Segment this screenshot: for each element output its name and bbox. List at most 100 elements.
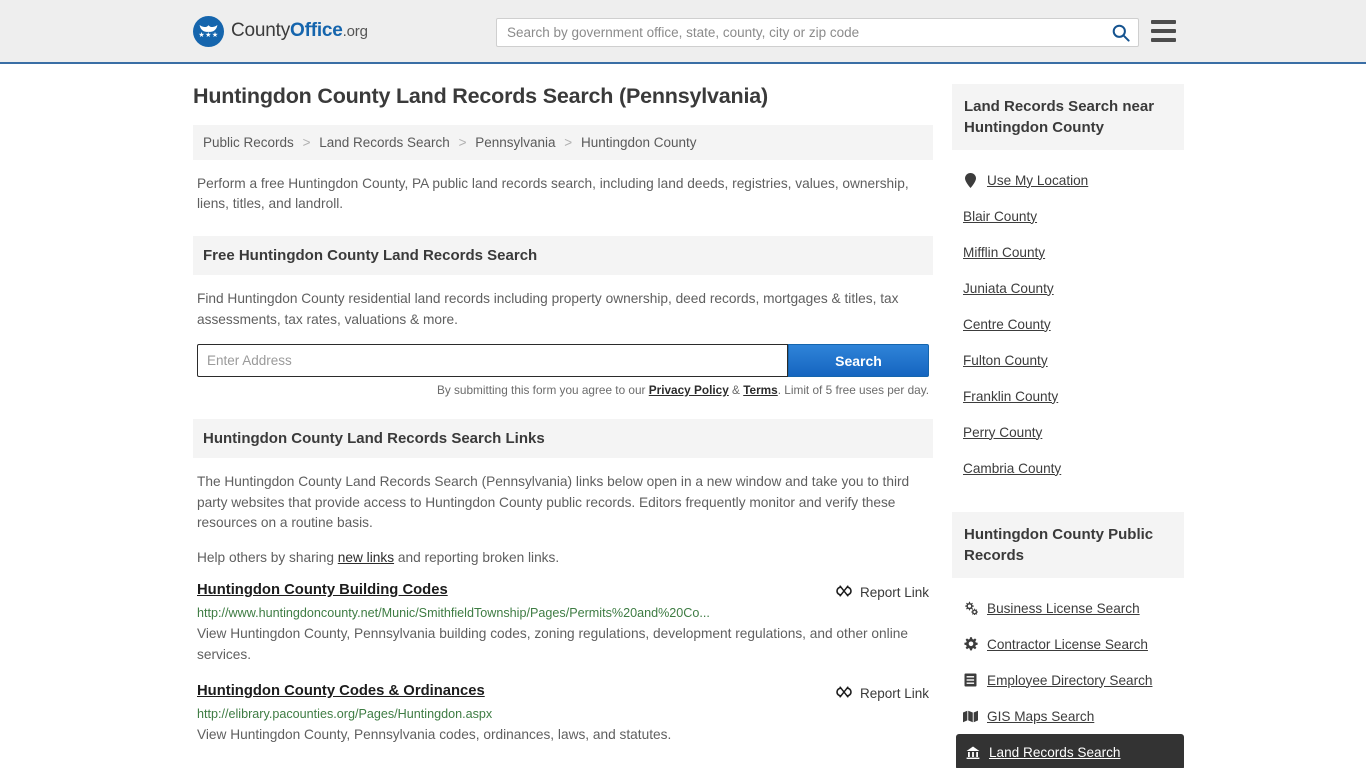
sidebar-link-label[interactable]: Franklin County: [963, 389, 1058, 404]
result-url: http://elibrary.pacounties.org/Pages/Hun…: [197, 707, 493, 721]
near-panel-heading: Land Records Search near Huntingdon Coun…: [952, 84, 1184, 150]
address-search-button[interactable]: Search: [788, 344, 929, 377]
breadcrumb-item-huntingdon-county[interactable]: Huntingdon County: [581, 135, 697, 150]
gear-icon: [963, 637, 978, 651]
sidebar-link-label[interactable]: Use My Location: [987, 173, 1088, 188]
search-icon[interactable]: [1104, 19, 1138, 46]
public-records-panel-heading: Huntingdon County Public Records: [952, 512, 1184, 578]
sidebar-link-label[interactable]: Juniata County: [963, 281, 1054, 296]
broken-link-icon: [836, 583, 852, 602]
sidebar-item-gis-maps-search[interactable]: GIS Maps Search: [952, 698, 1184, 734]
hamburger-bar: [1151, 20, 1176, 24]
three-stars-icon: ★★★: [198, 32, 219, 39]
broken-link-icon: [836, 684, 852, 703]
sidebar-item-land-records-search[interactable]: Land Records Search: [956, 734, 1184, 768]
sidebar-item-perry-county[interactable]: Perry County: [952, 414, 1184, 450]
site-logo-text: CountyOffice.org: [231, 20, 368, 42]
logo-text-office: Office: [290, 20, 343, 41]
fineprint-pre: By submitting this form you agree to our: [436, 383, 649, 397]
sidebar-item-fulton-county[interactable]: Fulton County: [952, 342, 1184, 378]
sidebar-item-mifflin-county[interactable]: Mifflin County: [952, 234, 1184, 270]
map-pin-icon: [963, 172, 978, 188]
free-search-heading: Free Huntingdon County Land Records Sear…: [193, 236, 933, 275]
sidebar-item-juniata-county[interactable]: Juniata County: [952, 270, 1184, 306]
result-item: Huntingdon County Building Codes Report …: [193, 582, 933, 665]
sidebar-item-blair-county[interactable]: Blair County: [952, 198, 1184, 234]
result-description: View Huntingdon County, Pennsylvania cod…: [197, 727, 672, 742]
sidebar-link-label[interactable]: Business License Search: [987, 601, 1140, 616]
sidebar-item-cambria-county[interactable]: Cambria County: [952, 450, 1184, 486]
breadcrumb-item-land-records-search[interactable]: Land Records Search: [319, 135, 450, 150]
breadcrumb-separator: >: [564, 135, 573, 150]
result-title-link[interactable]: Huntingdon County Codes & Ordinances: [197, 683, 485, 699]
breadcrumb-separator: >: [458, 135, 467, 150]
report-link-button[interactable]: Report Link: [836, 683, 929, 703]
hamburger-bar: [1151, 29, 1176, 33]
breadcrumb-separator: >: [302, 135, 311, 150]
page-body: Huntingdon County Land Records Search (P…: [0, 64, 1366, 768]
sidebar-link-label[interactable]: Land Records Search: [989, 745, 1120, 760]
public-records-list: Business License Search Contractor Licen…: [952, 590, 1184, 768]
sidebar-item-use-my-location[interactable]: Use My Location: [952, 162, 1184, 198]
new-links-link[interactable]: new links: [338, 550, 394, 565]
main-content: Huntingdon County Land Records Search (P…: [193, 64, 933, 768]
breadcrumb-item-public-records[interactable]: Public Records: [203, 135, 294, 150]
free-search-description: Find Huntingdon County residential land …: [197, 291, 899, 327]
result-description: View Huntingdon County, Pennsylvania bui…: [197, 626, 908, 662]
result-header: Huntingdon County Building Codes Report …: [197, 582, 929, 602]
sidebar-item-franklin-county[interactable]: Franklin County: [952, 378, 1184, 414]
sidebar-link-label[interactable]: Fulton County: [963, 353, 1048, 368]
logo-text-org: .org: [342, 23, 368, 40]
result-title-link[interactable]: Huntingdon County Building Codes: [197, 582, 448, 598]
help-pre: Help others by sharing: [197, 549, 338, 565]
address-search-form: Search: [193, 344, 933, 377]
hamburger-bar: [1151, 38, 1176, 42]
sidebar-link-label[interactable]: Centre County: [963, 317, 1051, 332]
sidebar-link-label[interactable]: Cambria County: [963, 461, 1061, 476]
help-post: and reporting broken links.: [394, 549, 560, 565]
breadcrumb-item-pennsylvania[interactable]: Pennsylvania: [475, 135, 555, 150]
report-link-label: Report Link: [859, 585, 929, 600]
landmark-icon: [965, 746, 980, 759]
terms-link[interactable]: Terms: [743, 383, 778, 397]
page-intro-text: Perform a free Huntingdon County, PA pub…: [197, 176, 909, 211]
sidebar-item-employee-directory-search[interactable]: Employee Directory Search: [952, 662, 1184, 698]
sidebar-link-label[interactable]: Employee Directory Search: [987, 673, 1152, 688]
fineprint-amp: &: [728, 383, 744, 397]
site-logo[interactable]: ★★★ CountyOffice.org: [193, 15, 368, 47]
sidebar: Land Records Search near Huntingdon Coun…: [952, 64, 1184, 768]
address-input[interactable]: [197, 344, 788, 377]
breadcrumb: Public Records > Land Records Search > P…: [193, 125, 933, 160]
report-link-label: Report Link: [859, 686, 929, 701]
sidebar-link-label[interactable]: Blair County: [963, 209, 1037, 224]
report-link-button[interactable]: Report Link: [836, 582, 929, 602]
links-section-help: Help others by sharing new links and rep…: [193, 548, 933, 569]
sidebar-link-label[interactable]: Contractor License Search: [987, 637, 1148, 652]
gears-icon: [963, 601, 978, 615]
global-search-bar[interactable]: [496, 18, 1139, 47]
form-fineprint: By submitting this form you agree to our…: [193, 383, 933, 397]
logo-text-county: County: [231, 20, 291, 41]
sidebar-link-label[interactable]: Mifflin County: [963, 245, 1045, 260]
hamburger-menu-icon[interactable]: [1151, 20, 1176, 42]
site-header: ★★★ CountyOffice.org: [0, 0, 1366, 64]
fineprint-post: . Limit of 5 free uses per day.: [777, 383, 929, 397]
links-section-paragraph: The Huntingdon County Land Records Searc…: [197, 474, 910, 530]
sidebar-item-centre-county[interactable]: Centre County: [952, 306, 1184, 342]
privacy-policy-link[interactable]: Privacy Policy: [649, 383, 729, 397]
near-county-list: Use My Location Blair County Mifflin Cou…: [952, 162, 1184, 486]
global-search-input[interactable]: [497, 19, 1104, 46]
countyoffice-logo-icon: ★★★: [193, 15, 224, 47]
result-item: Huntingdon County Codes & Ordinances Rep…: [193, 683, 933, 745]
result-url: http://www.huntingdoncounty.net/Munic/Sm…: [197, 606, 710, 620]
sidebar-link-label[interactable]: Perry County: [963, 425, 1042, 440]
result-header: Huntingdon County Codes & Ordinances Rep…: [197, 683, 929, 703]
sidebar-item-contractor-license-search[interactable]: Contractor License Search: [952, 626, 1184, 662]
sidebar-item-business-license-search[interactable]: Business License Search: [952, 590, 1184, 626]
book-icon: [963, 673, 978, 687]
eagle-wings-icon: [199, 24, 218, 33]
sidebar-link-label[interactable]: GIS Maps Search: [987, 709, 1094, 724]
